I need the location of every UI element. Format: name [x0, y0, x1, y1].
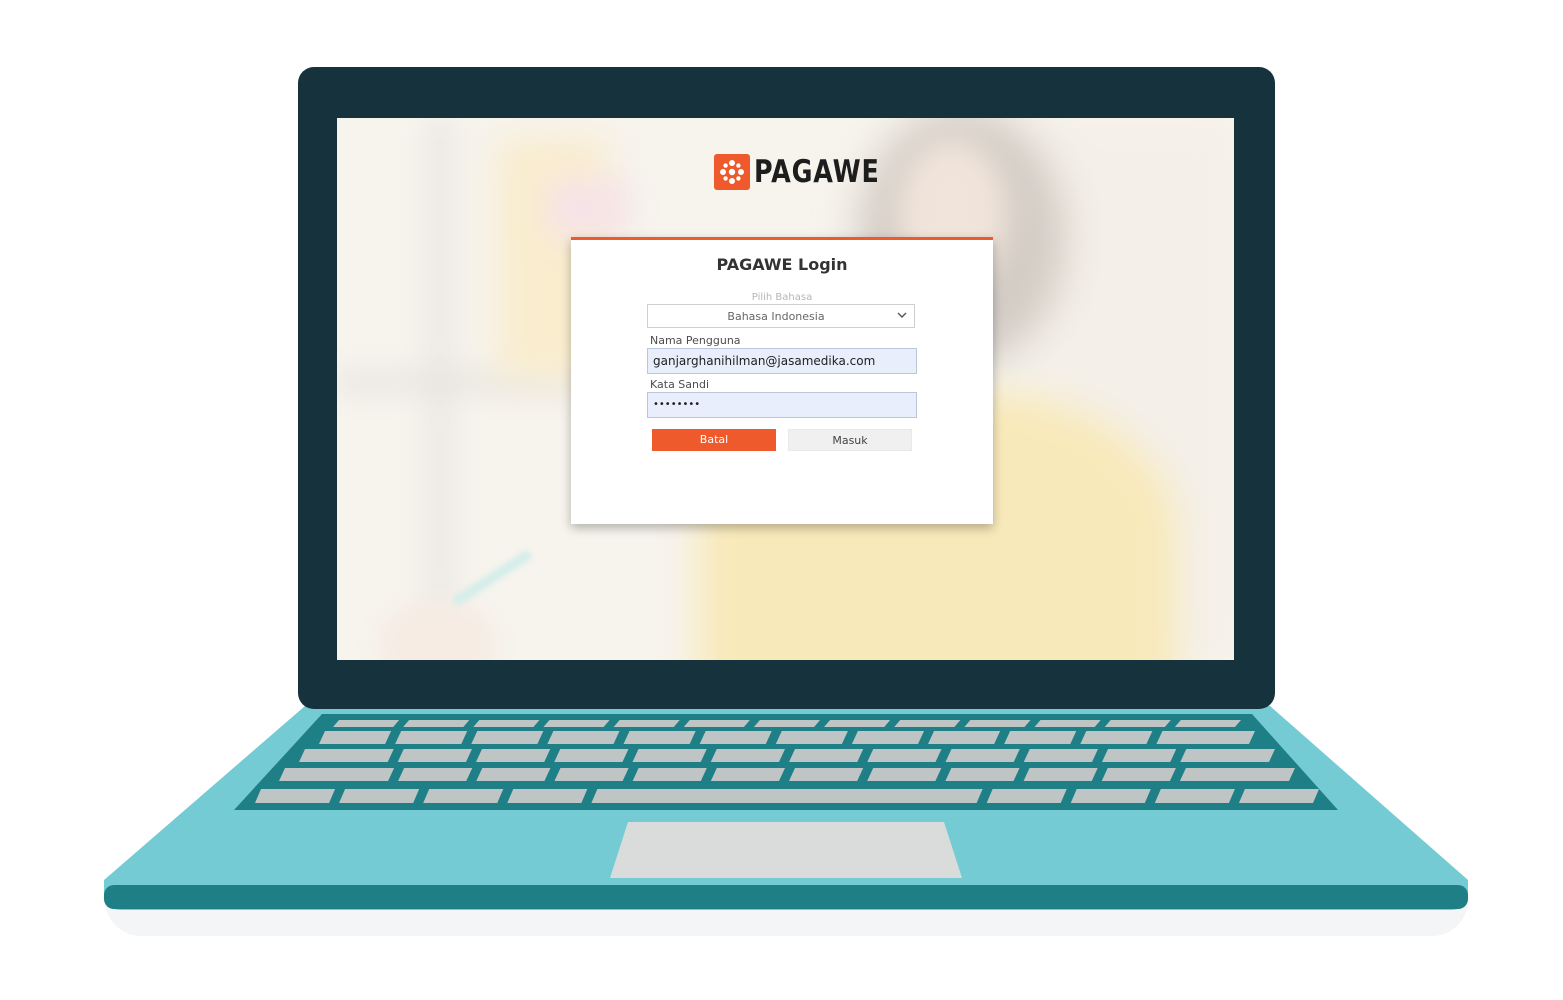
keyboard-key	[699, 731, 772, 744]
keyboard-key	[403, 720, 470, 727]
keyboard-key	[423, 789, 504, 803]
keyboard-key	[1180, 749, 1275, 762]
keyboard-key	[1023, 749, 1099, 762]
keyboard-key	[1104, 720, 1171, 727]
keyboard-key	[473, 720, 540, 727]
keyboard-key	[894, 720, 961, 727]
keyboard-key	[851, 731, 925, 744]
pagawe-logo: PAGAWE	[714, 154, 907, 190]
keyboard-key	[945, 768, 1020, 781]
keyboard-key	[476, 768, 551, 781]
keyboard-key	[775, 731, 848, 744]
login-card: PAGAWE Login Pilih Bahasa Bahasa Indones…	[571, 237, 993, 524]
keyboard-key	[1154, 789, 1235, 803]
keyboard-key	[753, 720, 821, 727]
keyboard-key	[623, 731, 696, 744]
keyboard-key	[867, 749, 942, 762]
keyboard-key	[789, 749, 864, 762]
keyboard-key	[591, 789, 983, 803]
keyboard-key	[319, 731, 392, 744]
keyboard-key	[547, 731, 620, 744]
keyboard-key	[1070, 789, 1151, 803]
laptop-screen: PAGAWE PAGAWE Login Pilih Bahasa Bahasa …	[337, 118, 1234, 660]
keyboard-key	[1034, 720, 1101, 727]
keyboard-key	[299, 749, 394, 762]
keyboard-key	[279, 768, 395, 781]
laptop-body-edge	[104, 885, 1468, 909]
pagawe-logo-icon	[714, 154, 750, 190]
keyboard-key	[824, 720, 891, 727]
chevron-down-icon	[897, 310, 907, 323]
keyboard-key	[554, 768, 629, 781]
keyboard-key	[1102, 749, 1177, 762]
keyboard-key	[475, 749, 551, 762]
keyboard-key	[398, 768, 473, 781]
language-select[interactable]: Bahasa Indonesia	[647, 304, 915, 328]
keyboard-key	[1238, 789, 1319, 803]
keyboard-key	[710, 749, 785, 762]
keyboard-key	[333, 720, 400, 727]
keyboard-key	[471, 731, 544, 744]
keyboard-key	[1080, 731, 1153, 744]
keyboard-key	[1023, 768, 1098, 781]
keyboard-key	[397, 749, 472, 762]
keyboard-key	[683, 720, 750, 727]
username-label: Nama Pengguna	[650, 334, 741, 347]
keyboard-key	[1179, 768, 1295, 781]
password-input[interactable]: ••••••••	[647, 392, 917, 418]
keyboard-key	[554, 749, 629, 762]
keyboard-key	[867, 768, 942, 781]
keyboard-key	[986, 789, 1067, 803]
password-label: Kata Sandi	[650, 378, 710, 391]
keyboard-key	[710, 768, 785, 781]
trackpad	[610, 822, 962, 878]
keyboard-key	[507, 789, 588, 803]
language-label: Pilih Bahasa	[751, 292, 813, 303]
keyboard-key	[945, 749, 1020, 762]
login-button[interactable]: Masuk	[788, 429, 912, 451]
keyboard-key	[964, 720, 1031, 727]
keyboard-key	[789, 768, 864, 781]
keyboard-key	[395, 731, 468, 744]
cancel-button[interactable]: Batal	[652, 429, 776, 451]
keyboard-key	[255, 789, 336, 803]
keyboard-key	[632, 768, 707, 781]
keyboard-key	[632, 749, 707, 762]
login-title: PAGAWE Login	[716, 255, 848, 274]
keyboard-key	[1156, 731, 1255, 744]
keyboard-key	[1101, 768, 1176, 781]
keyboard-key	[613, 720, 680, 727]
keyboard-key	[928, 731, 1001, 744]
keyboard-key	[1004, 731, 1077, 744]
keyboard-key	[1174, 720, 1241, 727]
language-value: Bahasa Indonesia	[727, 310, 825, 323]
username-input[interactable]: ganjarghanihilman@jasamedika.com	[647, 348, 917, 374]
keyboard-key	[339, 789, 420, 803]
keyboard-key	[543, 720, 610, 727]
laptop-illustration: PAGAWE PAGAWE Login Pilih Bahasa Bahasa …	[0, 0, 1563, 1000]
brand-name: PAGAWE	[754, 154, 880, 190]
